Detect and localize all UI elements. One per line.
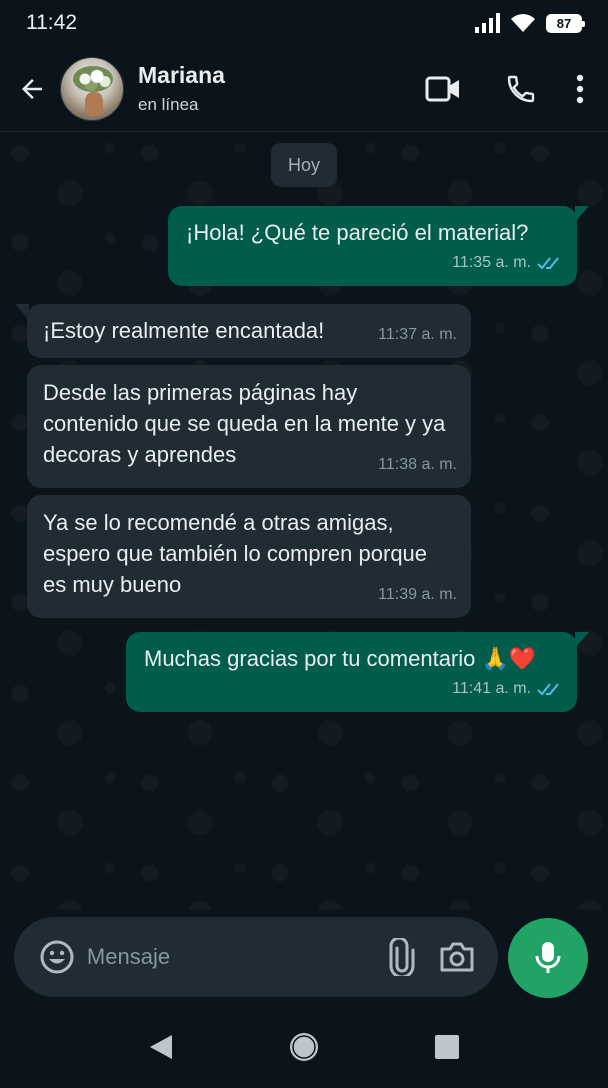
message-bubble-incoming[interactable]: ¡Estoy realmente encantada! 11:37 a. m. — [15, 304, 471, 358]
avatar-flowers — [73, 65, 113, 92]
message-bubble-incoming[interactable]: Ya se lo recomendé a otras amigas, esper… — [27, 495, 471, 618]
system-nav-bar — [0, 1006, 608, 1088]
contact-info[interactable]: Mariana en línea — [138, 62, 404, 115]
nav-back-button[interactable] — [131, 1017, 191, 1077]
read-receipt-icon — [537, 255, 563, 271]
avatar[interactable] — [60, 56, 124, 121]
message-meta: 11:37 a. m. — [378, 319, 457, 350]
message-meta: 11:38 a. m. — [378, 449, 457, 480]
message-bubble-outgoing[interactable]: Muchas gracias por tu comentario 🙏❤️ 11:… — [126, 632, 589, 712]
circle-home-icon — [289, 1033, 318, 1061]
message-meta: 11:35 a. m. — [452, 247, 563, 278]
back-arrow-icon — [22, 78, 42, 99]
phone-icon — [507, 75, 535, 102]
avatar-vase — [85, 91, 103, 116]
nav-recents-button[interactable] — [417, 1017, 477, 1077]
emoji-button[interactable] — [32, 929, 83, 985]
message-text: Muchas gracias por tu comentario 🙏❤️ — [144, 646, 537, 671]
chat-area[interactable]: Hoy ¡Hola! ¿Qué te pareció el material? … — [0, 133, 608, 910]
read-receipt-icon — [537, 681, 563, 697]
message-time: 11:39 a. m. — [378, 586, 457, 603]
more-vert-icon — [576, 74, 584, 103]
contact-status: en línea — [138, 95, 199, 114]
message-input[interactable] — [82, 932, 375, 982]
message-meta: 11:39 a. m. — [378, 579, 457, 610]
attach-button[interactable] — [375, 929, 430, 985]
nav-home-button[interactable] — [274, 1017, 334, 1077]
paperclip-icon — [389, 938, 415, 976]
camera-icon — [440, 942, 474, 972]
voice-message-button[interactable] — [508, 918, 588, 998]
battery-indicator: 87 — [546, 13, 585, 33]
emoji-icon — [40, 940, 74, 974]
status-bar: 11:42 87 — [0, 0, 608, 46]
message-bubble-outgoing[interactable]: ¡Hola! ¿Qué te pareció el material? 11:3… — [168, 206, 589, 286]
signal-icon — [475, 13, 500, 33]
message-text: ¡Hola! ¿Qué te pareció el material? — [186, 220, 529, 245]
message-time: 11:41 a. m. — [452, 680, 531, 697]
message-time: 11:37 a. m. — [378, 326, 457, 343]
contact-name: Mariana — [138, 62, 225, 88]
composer-bar — [14, 917, 498, 997]
more-options-button[interactable] — [560, 59, 600, 119]
status-time: 11:42 — [26, 11, 77, 34]
message-time: 11:35 a. m. — [452, 254, 531, 271]
header-actions — [404, 59, 600, 119]
message-time: 11:38 a. m. — [378, 456, 457, 473]
video-call-icon — [425, 76, 459, 101]
wifi-icon — [511, 14, 535, 32]
status-icons: 87 — [474, 13, 585, 33]
chat-header: Mariana en línea — [0, 46, 608, 132]
camera-button[interactable] — [429, 929, 484, 985]
back-button[interactable] — [4, 59, 60, 119]
date-chip: Hoy — [271, 143, 337, 187]
video-call-button[interactable] — [404, 59, 482, 119]
square-recents-icon — [434, 1035, 459, 1059]
message-meta: 11:41 a. m. — [452, 673, 563, 704]
microphone-icon — [535, 942, 561, 973]
triangle-back-icon — [150, 1035, 173, 1059]
message-bubble-incoming[interactable]: Desde las primeras páginas hay contenido… — [27, 365, 471, 488]
voice-call-button[interactable] — [482, 59, 560, 119]
